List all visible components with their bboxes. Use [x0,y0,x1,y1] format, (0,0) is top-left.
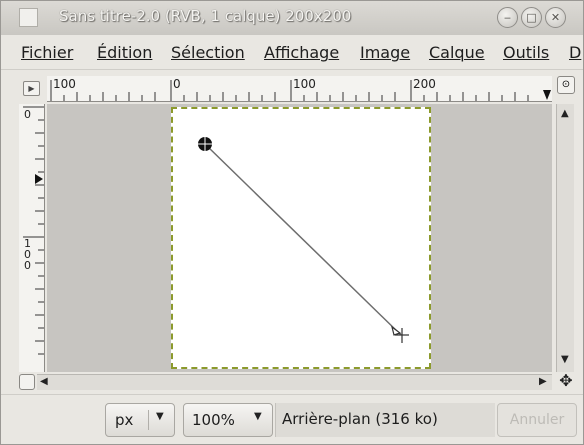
path-overlay [198,137,409,343]
horizontal-ruler[interactable]: 100 0 100 200 [47,76,552,102]
hruler-label: 200 [413,77,436,91]
pointer-coordinates [19,403,103,439]
scroll-left-icon[interactable]: ◀ [40,376,48,387]
hruler-label: 100 [293,77,316,91]
unit-value: px [115,411,134,429]
quick-mask-icon[interactable] [19,374,35,390]
image-canvas[interactable] [171,107,431,369]
hruler-label: 100 [53,77,76,91]
layer-info: Arrière-plan (316 ko) [282,410,438,428]
scroll-up-icon[interactable]: ▲ [561,108,569,119]
chevron-down-icon: ▼ [156,411,164,422]
status-bar: px ▼ 100% ▼ Arrière-plan (316 ko) Annule… [1,394,583,444]
menu-d[interactable]: D [569,43,581,62]
menu-calque[interactable]: Calque [429,43,485,62]
menu-edition[interactable]: Édition [97,43,152,62]
hruler-label: 0 [173,77,181,91]
status-message: Arrière-plan (316 ko) [275,403,495,437]
close-icon[interactable]: ✕ [545,7,566,28]
zoom-selector[interactable]: 100% ▼ [183,403,273,437]
menu-selection[interactable]: Sélection [171,43,245,62]
chevron-down-icon: ▼ [254,411,262,422]
combo-separator [148,410,149,430]
unit-selector[interactable]: px ▼ [105,403,175,437]
vertical-ruler-ticks [23,106,44,355]
scroll-right-icon[interactable]: ▶ [539,376,547,387]
start-anchor-icon [198,137,212,151]
window-menu-icon[interactable] [19,8,38,27]
menu-affichage[interactable]: Affichage [264,43,339,62]
zoom-icon[interactable]: ⊙ [557,76,575,94]
image-window: Sans titre-2.0 (RVB, 1 calque) 200x200 ‒… [0,0,584,445]
scroll-down-icon[interactable]: ▼ [561,354,569,365]
maximize-icon[interactable]: □ [521,7,542,28]
navigate-icon[interactable]: ✥ [557,372,575,390]
horizontal-scrollbar[interactable]: ◀ ▶ [37,374,552,390]
menu-fichier[interactable]: Fichier [21,43,73,62]
title-bar[interactable]: Sans titre-2.0 (RVB, 1 calque) 200x200 ‒… [1,1,583,35]
vruler-label: 0 [24,108,31,121]
ruler-pointer-marker [543,90,551,100]
minimize-icon[interactable]: ‒ [497,7,518,28]
vertical-scrollbar[interactable]: ▲ ▼ [556,104,574,372]
vertical-ruler[interactable]: 0 100 [19,104,45,372]
move-cursor-icon [391,325,409,343]
ruler-corner: ▶ [19,76,45,102]
path-line [205,144,402,336]
vruler-label: 100 [24,237,31,272]
menu-image[interactable]: Image [360,43,410,62]
window-title: Sans titre-2.0 (RVB, 1 calque) 200x200 [59,7,352,25]
vruler-pointer-marker [35,174,43,184]
cancel-button[interactable]: Annuler [497,403,577,437]
menu-bar: Fichier Édition Sélection Affichage Imag… [1,35,583,70]
canvas-workspace[interactable] [47,104,552,372]
zoom-value: 100% [192,411,235,429]
menu-outils[interactable]: Outils [503,43,549,62]
image-menu-button[interactable]: ▶ [23,81,40,96]
